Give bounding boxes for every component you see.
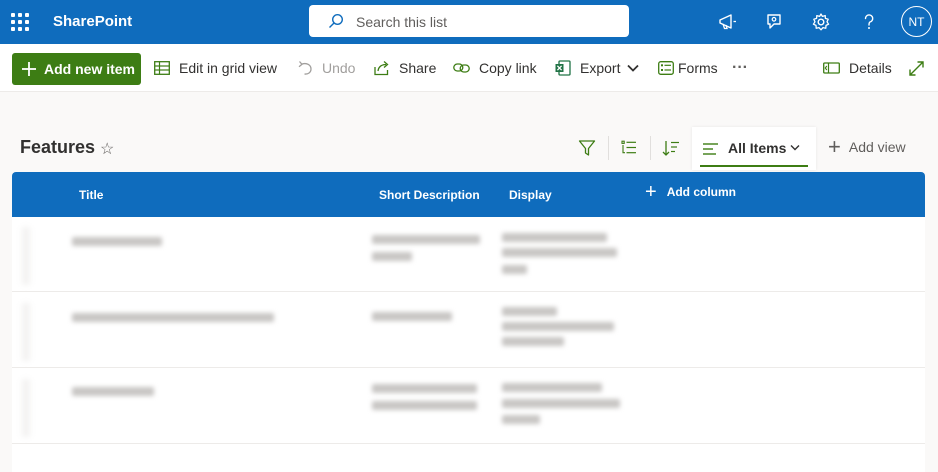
search-icon — [329, 13, 344, 28]
chevron-down-icon — [627, 64, 640, 72]
add-view-button[interactable]: + Add view — [828, 134, 906, 159]
search-placeholder: Search this list — [356, 14, 448, 30]
details-pane-icon — [823, 62, 840, 74]
add-new-item-button[interactable]: Add new item — [12, 53, 141, 85]
toolbar-divider — [650, 136, 651, 160]
chevron-down-icon — [790, 145, 800, 151]
more-commands-button[interactable]: ··· — [732, 44, 748, 92]
filter-icon[interactable] — [578, 139, 596, 157]
column-header-display[interactable]: Display — [509, 188, 552, 202]
link-icon — [453, 63, 470, 73]
redacted-cell — [372, 235, 480, 244]
list-row[interactable] — [12, 293, 925, 368]
forms-button[interactable]: Forms — [658, 44, 718, 92]
export-label: Export — [580, 60, 621, 76]
page-title: Features — [20, 137, 96, 157]
add-column-button[interactable]: + Add column — [645, 181, 737, 203]
redacted-cell — [502, 322, 614, 331]
sort-icon[interactable] — [662, 139, 680, 157]
undo-button[interactable]: Undo — [298, 44, 355, 92]
details-label: Details — [849, 60, 892, 76]
add-view-label: Add view — [848, 139, 906, 155]
undo-icon — [298, 61, 312, 75]
search-box[interactable]: Search this list — [309, 5, 629, 37]
avatar[interactable]: NT — [901, 6, 932, 37]
excel-icon — [555, 60, 571, 76]
column-header-title[interactable]: Title — [79, 188, 103, 202]
command-bar: Add new item Edit in grid view Undo Shar… — [0, 44, 938, 92]
forms-label: Forms — [678, 60, 718, 76]
forms-icon — [658, 61, 674, 75]
redacted-cell — [502, 265, 527, 274]
view-list-icon — [703, 143, 718, 155]
redacted-cell — [372, 401, 477, 410]
view-name: All Items — [728, 140, 787, 156]
redacted-cell — [502, 248, 617, 257]
edit-grid-view-button[interactable]: Edit in grid view — [154, 44, 277, 92]
redacted-cell — [502, 233, 607, 242]
copy-link-label: Copy link — [479, 60, 537, 76]
redacted-cell — [502, 399, 620, 408]
redacted-cell — [502, 337, 564, 346]
details-button[interactable]: Details — [823, 44, 892, 92]
redacted-cell — [72, 237, 162, 246]
redacted-cell — [372, 312, 452, 321]
group-by-icon[interactable] — [620, 139, 638, 157]
redacted-cell — [372, 384, 477, 393]
feedback-icon[interactable] — [764, 12, 784, 32]
plus-icon: + — [828, 134, 841, 159]
active-view-underline — [700, 165, 808, 167]
redacted-cell — [502, 415, 540, 424]
row-selector[interactable] — [22, 303, 30, 361]
edit-grid-view-label: Edit in grid view — [179, 60, 278, 76]
redacted-cell — [72, 387, 154, 396]
favorite-star-icon[interactable]: ☆ — [100, 139, 114, 159]
export-button[interactable]: Export — [555, 44, 640, 92]
redacted-cell — [72, 313, 274, 322]
add-new-item-label: Add new item — [44, 61, 136, 77]
share-icon — [374, 61, 389, 76]
redacted-cell — [372, 252, 412, 261]
row-selector[interactable] — [22, 227, 30, 285]
waffle-icon[interactable] — [11, 13, 29, 31]
add-column-label: Add column — [666, 185, 737, 199]
list-column-header: Title Short Description Display + Add co… — [12, 172, 925, 217]
toolbar-divider — [608, 136, 609, 160]
list-row[interactable] — [12, 217, 925, 292]
undo-label: Undo — [322, 60, 356, 76]
share-label: Share — [399, 60, 437, 76]
expand-icon[interactable] — [909, 61, 924, 76]
view-switcher-all-items[interactable]: All Items — [692, 127, 816, 170]
redacted-cell — [502, 383, 602, 392]
help-icon[interactable] — [859, 12, 879, 32]
grid-icon — [154, 61, 170, 75]
plus-icon: + — [645, 181, 657, 203]
plus-icon — [22, 62, 36, 76]
copy-link-button[interactable]: Copy link — [453, 44, 537, 92]
megaphone-icon[interactable] — [717, 12, 737, 32]
share-button[interactable]: Share — [374, 44, 436, 92]
row-selector[interactable] — [22, 379, 30, 437]
list-row[interactable] — [12, 369, 925, 444]
list-body — [12, 217, 925, 472]
app-name[interactable]: SharePoint — [53, 13, 132, 30]
gear-icon[interactable] — [811, 12, 831, 32]
column-header-short-description[interactable]: Short Description — [379, 188, 480, 202]
redacted-cell — [502, 307, 557, 316]
suite-bar: SharePoint Search this list NT — [0, 0, 938, 44]
